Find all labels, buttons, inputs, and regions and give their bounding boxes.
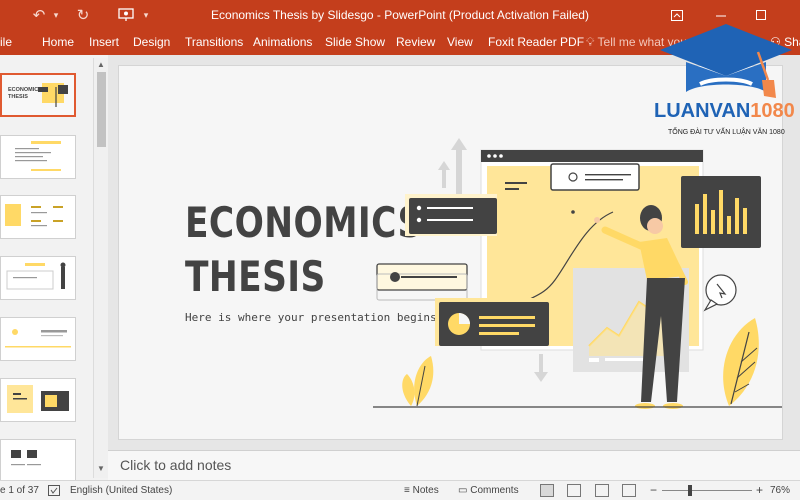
tab-slide-show[interactable]: Slide Show — [325, 35, 385, 49]
tab-transitions[interactable]: Transitions — [185, 35, 243, 49]
notes-pane[interactable]: Click to add notes — [108, 450, 800, 480]
normal-view-icon[interactable] — [540, 484, 554, 497]
graduation-cap-icon — [660, 24, 792, 98]
notes-placeholder[interactable]: Click to add notes — [120, 457, 231, 473]
slide-thumbnail-1[interactable]: ECONOMICS THESIS — [0, 73, 76, 117]
bar-chart-card — [681, 176, 761, 248]
plant-right-icon — [723, 318, 759, 406]
thumbnail-scrollbar[interactable]: ▲ ▼ — [93, 58, 108, 478]
slide-thumbnail-7[interactable] — [0, 439, 76, 480]
tab-animations[interactable]: Animations — [253, 35, 312, 49]
notes-icon: ≡ — [404, 485, 413, 496]
zoom-slider[interactable] — [662, 490, 752, 491]
comments-label: Comments — [470, 485, 519, 496]
notes-button[interactable]: ≡ Notes — [404, 485, 439, 496]
slider-card — [376, 263, 468, 301]
zoom-in-button[interactable]: + — [756, 483, 763, 497]
tab-file[interactable]: ile — [0, 35, 12, 49]
tab-foxit-reader-pdf[interactable]: Foxit Reader PDF — [488, 35, 584, 49]
slide-thumbnail-pane: ECONOMICS THESIS — [0, 55, 108, 480]
list-card-left — [405, 194, 497, 236]
slideshow-view-icon[interactable] — [622, 484, 636, 497]
tab-design[interactable]: Design — [133, 35, 170, 49]
arrow-up-icon — [438, 138, 467, 194]
svg-text:ECONOMICS: ECONOMICS — [8, 87, 42, 93]
notes-label: Notes — [412, 485, 439, 496]
luanvan1080-logo: LUANVAN1080 TỔNG ĐÀI TƯ VẤN LUẬN VĂN 108… — [640, 22, 800, 142]
slide-thumbnail-6[interactable] — [0, 378, 76, 422]
info-card-top — [550, 163, 640, 191]
slide-counter: e 1 of 37 — [0, 485, 39, 496]
tab-view[interactable]: View — [447, 35, 473, 49]
spelling-icon[interactable] — [48, 485, 60, 499]
comment-icon: ▭ — [458, 485, 471, 496]
cursor-bubble-icon — [703, 274, 737, 312]
svg-text:THESIS: THESIS — [8, 94, 28, 100]
scroll-thumb[interactable] — [97, 72, 106, 147]
plant-left-icon — [402, 356, 434, 407]
slide-thumbnail-4[interactable] — [0, 256, 76, 300]
slide-thumbnail-5[interactable] — [0, 317, 76, 361]
status-bar: e 1 of 37 English (United States) ≡ Note… — [0, 480, 800, 500]
comments-button[interactable]: ▭ Comments — [458, 485, 519, 496]
language-indicator[interactable]: English (United States) — [70, 485, 172, 496]
scroll-up-icon[interactable]: ▲ — [97, 60, 105, 69]
slide-thumbnail-3[interactable] — [0, 195, 76, 239]
arrow-down-icon — [534, 354, 548, 382]
logo-tagline-text: TỔNG ĐÀI TƯ VẤN LUẬN VĂN 1080 — [668, 126, 785, 136]
logo-brand-text: LUANVAN1080 — [654, 100, 795, 122]
zoom-level[interactable]: 76% — [770, 485, 790, 496]
tab-review[interactable]: Review — [396, 35, 435, 49]
zoom-slider-thumb[interactable] — [688, 485, 692, 496]
lightbulb-icon: 💡︎ — [586, 35, 598, 49]
slide-sorter-icon[interactable] — [567, 484, 581, 497]
pie-chart-card — [435, 298, 549, 346]
tab-home[interactable]: Home — [42, 35, 74, 49]
zoom-out-button[interactable]: − — [650, 483, 657, 497]
scroll-down-icon[interactable]: ▼ — [97, 464, 105, 473]
tab-insert[interactable]: Insert — [89, 35, 119, 49]
reading-view-icon[interactable] — [595, 484, 609, 497]
slide-thumbnail-2[interactable] — [0, 135, 76, 179]
